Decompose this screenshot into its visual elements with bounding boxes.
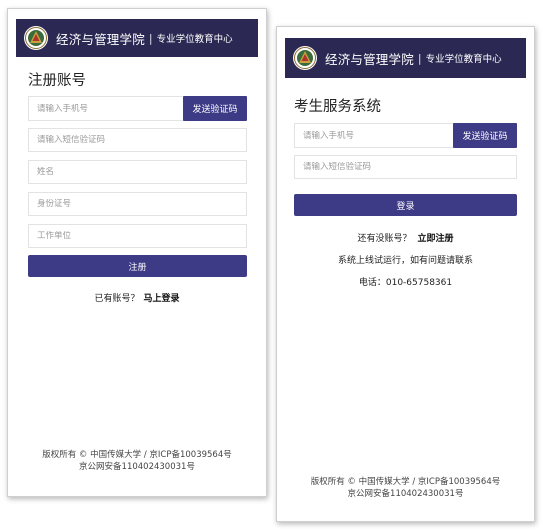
id-number-field[interactable] [28,192,247,216]
register-screen: 经济与管理学院 | 专业学位教育中心 注册账号 发送验证码 注册 已有账号？ 马上… [7,8,267,497]
header-separator: | [148,31,153,45]
copyright-text: 版权所有 © 中国传媒大学 / 京ICP备10039564号 [42,450,232,460]
register-prompt: 还有没账号？ 立即注册 [277,231,534,244]
center-name: 专业学位教育中心 [156,34,233,45]
page-title: 注册账号 [28,73,86,89]
footer: 版权所有 © 中国传媒大学 / 京ICP备10039564号 京公网安备1104… [277,476,534,500]
sms-code-input[interactable] [29,135,246,145]
phone-field[interactable] [28,96,184,121]
sms-code-input[interactable] [295,162,516,172]
no-account-text: 还有没账号？ [357,234,412,244]
school-name: 经济与管理学院 [56,31,145,47]
app-header: 经济与管理学院 | 专业学位教育中心 [285,38,526,78]
header-separator: | [417,51,422,65]
copyright-text: 版权所有 © 中国传媒大学 / 京ICP备10039564号 [310,477,501,487]
police-record-text: 京公网安备110402430031号 [79,462,195,472]
school-logo-icon [292,45,318,71]
login-prompt: 已有账号？ 马上登录 [8,291,266,304]
have-account-text: 已有账号？ [94,294,140,304]
phone-input[interactable] [29,103,183,114]
sms-code-field[interactable] [294,155,517,179]
page-title: 考生服务系统 [294,99,381,115]
login-button[interactable]: 登录 [294,194,517,216]
name-field[interactable] [28,160,247,184]
send-code-button[interactable]: 发送验证码 [183,96,247,121]
center-name: 专业学位教育中心 [425,54,502,65]
police-record-text: 京公网安备110402430031号 [347,489,464,499]
register-link[interactable]: 立即注册 [418,234,454,244]
employer-field[interactable] [28,224,247,248]
app-header: 经济与管理学院 | 专业学位教育中心 [16,19,258,57]
phone-input[interactable] [295,130,453,141]
send-code-button[interactable]: 发送验证码 [453,123,517,148]
school-logo-icon [23,25,49,51]
notice-text: 系统上线试运行，如有问题请联系 [337,256,473,266]
sms-code-field[interactable] [28,128,247,152]
school-name: 经济与管理学院 [325,51,414,67]
footer: 版权所有 © 中国传媒大学 / 京ICP备10039564号 京公网安备1104… [8,449,266,473]
contact-phone-text: 电话：010-65758361 [358,278,453,288]
name-input[interactable] [29,167,246,177]
register-button[interactable]: 注册 [28,255,247,277]
login-screen: 经济与管理学院 | 专业学位教育中心 考生服务系统 发送验证码 登录 还有没账号… [276,26,535,522]
employer-input[interactable] [29,231,246,241]
login-link[interactable]: 马上登录 [144,294,180,304]
phone-field[interactable] [294,123,454,148]
id-number-input[interactable] [29,199,246,209]
